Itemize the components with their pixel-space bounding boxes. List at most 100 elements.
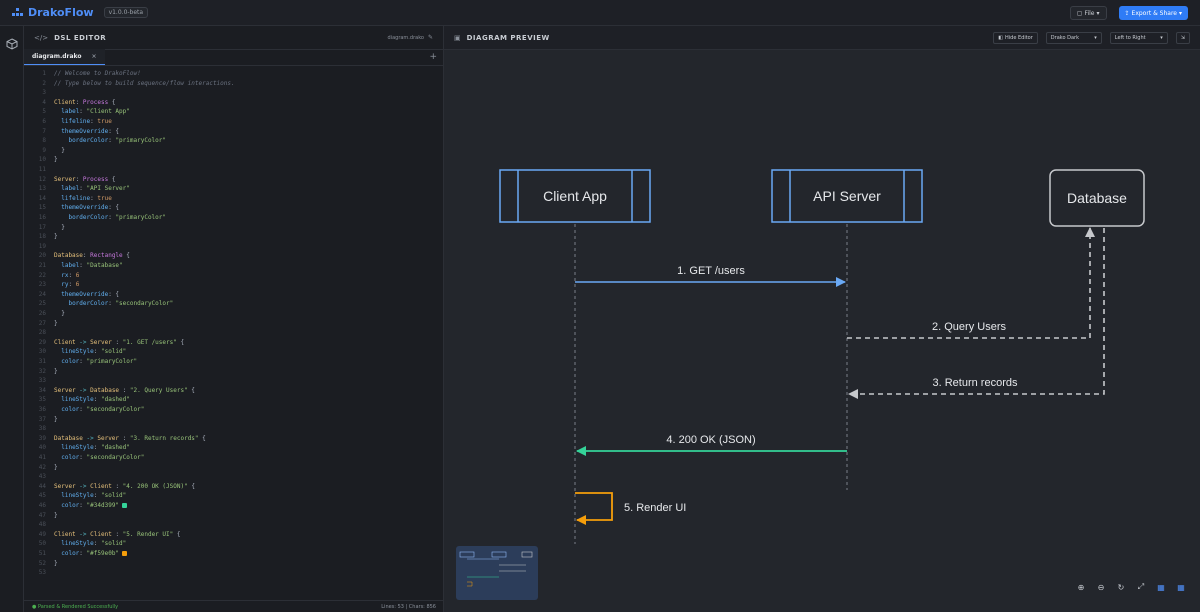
code-token: "solid" [100,348,127,356]
code-line[interactable]: borderColor: "primaryColor" [54,137,166,144]
message-3-arrow[interactable] [848,228,1105,399]
code-line[interactable]: } [54,156,58,163]
code-line[interactable]: } [54,368,58,375]
code-line[interactable]: lifeline: true [54,195,112,202]
code-token: 6 [75,281,80,289]
code-line[interactable]: Database -> Server : "3. Return records"… [54,435,206,442]
code-line[interactable]: Database: Rectangle { [54,252,130,259]
code-line[interactable]: lineStyle: "solid" [54,540,126,547]
logo[interactable]: DrakoFlow [12,6,94,19]
code-line[interactable]: color: "primaryColor" [54,358,137,365]
line-number: 1 [42,70,46,77]
code-line[interactable]: } [54,310,65,317]
participant-database[interactable]: Database [1049,169,1145,227]
participant-client[interactable]: Client App [499,169,651,223]
tab-diagram-drako[interactable]: diagram.drako × [24,49,105,65]
code-line[interactable]: color: "#34d399" [54,502,128,509]
participant-server[interactable]: API Server [771,169,923,223]
grid-view-icon[interactable]: ▦ [1156,582,1166,592]
code-line[interactable]: } [54,512,58,519]
reset-view-icon[interactable]: ↻ [1116,582,1126,592]
code-line[interactable]: Server: Process { [54,176,115,183]
panel-icon: ◧ [998,35,1003,41]
zoom-out-icon[interactable]: ⊖ [1096,582,1106,592]
code-line[interactable]: Client: Process { [54,99,115,106]
code-token: lineStyle [61,348,94,356]
export-share-button[interactable]: ⇪ Export & Share ▾ [1118,6,1188,20]
code-line[interactable]: label: "Database" [54,262,122,269]
code-line[interactable]: rx: 6 [54,272,79,279]
code-line[interactable]: lifeline: true [54,118,112,125]
code-token: : { [108,290,120,298]
line-number: 53 [38,569,46,577]
theme-select[interactable]: Drako Dark ▾ [1045,32,1102,44]
code-line[interactable]: } [54,147,65,154]
code-line[interactable]: lineStyle: "dashed" [54,444,130,451]
collapse-button[interactable]: ⇲ [1175,32,1190,44]
code-line[interactable]: borderColor: "primaryColor" [54,214,166,221]
code-line[interactable]: themeOverride: { [54,128,119,135]
line-number: 26 [38,310,46,317]
code-token: label [61,185,80,193]
code-line[interactable]: // Welcome to DrakoFlow! [54,70,141,77]
code-line[interactable]: ry: 6 [54,281,79,288]
color-swatch[interactable] [122,503,128,508]
file-menu-button[interactable]: ▢ File ▾ [1069,6,1107,20]
color-swatch[interactable] [122,551,128,556]
code-line[interactable]: } [54,464,58,471]
code-line[interactable]: label: "Client App" [54,108,130,115]
code-token: : [93,492,101,500]
code-line[interactable]: } [54,233,58,240]
code-line[interactable]: Server -> Client : "4. 200 OK (JSON)" { [54,483,195,490]
add-tab-icon[interactable]: + [429,52,437,62]
code-token: borderColor [68,300,109,308]
layout-view-icon[interactable]: ▦ [1176,582,1186,592]
code-line[interactable]: themeOverride: { [54,204,119,211]
code-line[interactable]: } [54,320,58,327]
code-line[interactable]: } [54,560,58,567]
code-token: "primaryColor" [115,137,167,145]
code-line[interactable]: themeOverride: { [54,291,119,298]
minimap[interactable] [456,546,538,600]
code-token: : [119,434,130,442]
code-line[interactable]: lineStyle: "solid" [54,348,126,355]
code-token: "dashed" [100,396,130,404]
code-token: Server [54,175,76,183]
code-line[interactable]: color: "secondaryColor" [54,406,144,413]
code-token: "5. Render UI" [122,530,174,538]
direction-select[interactable]: Left to Right ▾ [1109,32,1168,44]
message-5-arrow[interactable] [575,492,613,525]
line-number: 31 [38,358,46,365]
hide-editor-button[interactable]: ◧ Hide Editor [993,32,1038,44]
code-line[interactable]: } [54,224,65,231]
fit-view-icon[interactable]: ⤢ [1136,582,1146,592]
code-token: "secondaryColor" [86,406,145,413]
zoom-in-icon[interactable]: ⊕ [1076,582,1086,592]
code-line[interactable]: color: "#f59e0b" [54,550,128,557]
close-icon[interactable]: × [92,53,97,60]
editor-title: DSL EDITOR [54,33,107,42]
code-token: -> [75,530,91,538]
code-line[interactable]: label: "API Server" [54,185,130,192]
code-token: "#34d399" [86,502,120,509]
theme-value: Drako Dark [1050,35,1079,41]
edit-icon[interactable]: ✎ [428,34,433,41]
code-line[interactable]: lineStyle: "solid" [54,492,126,499]
code-line[interactable]: Server -> Database : "2. Query Users" { [54,387,195,394]
cube-icon[interactable] [6,38,18,50]
code-line[interactable]: borderColor: "secondaryColor" [54,300,173,307]
code-line[interactable]: Client -> Client : "5. Render UI" { [54,531,180,538]
code-line[interactable]: } [54,416,58,423]
code-line[interactable]: lineStyle: "dashed" [54,396,130,403]
code-line[interactable]: color: "secondaryColor" [54,454,144,461]
sequence-diagram[interactable]: Client App API Server Database 1. GET /u… [444,50,1200,612]
code-token: : [79,262,87,269]
line-number: 36 [38,406,46,413]
line-number: 19 [38,242,46,250]
code-token: } [54,233,58,241]
code-area[interactable]: 1 // Welcome to DrakoFlow! 2 // Type below … [24,70,444,600]
code-token: "solid" [100,492,127,500]
chevron-down-icon: ▾ [1094,35,1097,41]
code-line[interactable]: // Type below to build sequence/flow int… [54,80,235,87]
code-line[interactable]: Client -> Server : "1. GET /users" { [54,339,184,346]
